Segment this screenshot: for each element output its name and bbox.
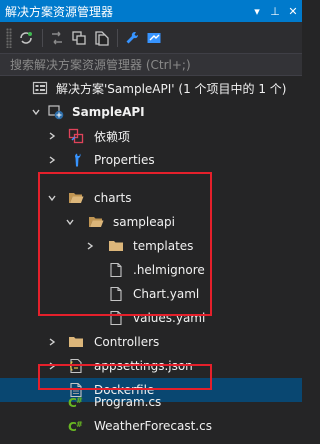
tree-item-label: charts — [94, 191, 132, 205]
folder-icon — [108, 238, 124, 254]
dependencies-icon — [68, 128, 84, 144]
search-box — [0, 54, 302, 76]
collapsed-chevron-icon[interactable] — [46, 360, 58, 372]
wrench-icon — [126, 31, 139, 43]
close-icon[interactable]: ✕ — [284, 1, 302, 21]
tree-item-label: Chart.yaml — [133, 287, 200, 301]
tree-item-label: .helmignore — [133, 263, 205, 277]
open-folder-icon — [68, 190, 84, 206]
folder-icon — [68, 334, 84, 350]
pending-changes-icon — [52, 31, 62, 44]
preview-button[interactable] — [144, 27, 164, 49]
open-folder-icon — [88, 214, 104, 230]
sync-icon — [20, 31, 32, 44]
sync-with-document-button[interactable] — [16, 27, 36, 49]
tree-item-controllers[interactable]: Controllers — [0, 330, 302, 354]
tree-item-label: 解决方案'SampleAPI' (1 个项目中的 1 个) — [56, 81, 287, 96]
solution-icon — [32, 80, 48, 96]
preview-icon — [147, 32, 161, 43]
tree-item-label: sampleapi — [113, 215, 175, 229]
file-icon — [108, 310, 124, 326]
tree-item-chart-yaml[interactable]: Chart.yaml — [0, 282, 302, 306]
search-input[interactable] — [10, 57, 270, 72]
tree-item-label: 依赖项 — [94, 129, 131, 144]
tree-item-charts[interactable]: charts — [0, 186, 302, 210]
file-icon — [108, 262, 124, 278]
csharp-project-icon — [48, 104, 64, 120]
tree-item-label: Properties — [94, 153, 155, 167]
collapsed-chevron-icon[interactable] — [46, 130, 58, 142]
tree-item-helmignore[interactable]: .helmignore — [0, 258, 302, 282]
show-all-files-button[interactable] — [91, 27, 111, 49]
toolbar-separator — [117, 28, 118, 47]
svg-text:#: # — [76, 396, 83, 405]
collapsed-chevron-icon[interactable] — [84, 240, 96, 252]
properties-button[interactable] — [122, 27, 142, 49]
svg-text:#: # — [76, 420, 83, 429]
collapse-all-icon — [72, 30, 86, 45]
tree-item-dependencies[interactable]: 依赖项 — [0, 124, 302, 148]
expanded-chevron-icon[interactable] — [64, 216, 76, 228]
collapsed-chevron-icon[interactable] — [46, 336, 58, 348]
tree-item-weatherforecast[interactable]: C # WeatherForecast.cs — [0, 414, 302, 438]
tree-item-program[interactable]: C # Program.cs — [0, 390, 302, 414]
expanded-chevron-icon[interactable] — [46, 192, 58, 204]
csharp-file-icon: C # — [68, 394, 84, 410]
dropdown-icon[interactable]: ▾ — [248, 1, 266, 21]
tree-item-label: WeatherForecast.cs — [94, 419, 212, 433]
tree-item-label: Controllers — [94, 335, 160, 349]
collapse-all-button[interactable] — [69, 27, 89, 49]
wrench-icon — [68, 152, 84, 168]
panel-title: 解决方案资源管理器 — [5, 4, 114, 19]
file-icon — [108, 286, 124, 302]
tree-item-sampleapi[interactable]: sampleapi — [0, 210, 302, 234]
tree-item-solution[interactable]: 解决方案'SampleAPI' (1 个项目中的 1 个) — [0, 76, 302, 100]
tree-item-properties[interactable]: Properties — [0, 148, 302, 172]
json-file-icon — [68, 358, 84, 374]
tree-item-appsettings[interactable]: appsettings.json — [0, 354, 302, 378]
tree-item-label: SampleAPI — [72, 105, 145, 119]
expanded-chevron-icon[interactable] — [30, 106, 42, 118]
tree-item-label: templates — [133, 239, 194, 253]
tree-item-label: Program.cs — [94, 395, 162, 409]
tree-item-templates[interactable]: templates — [0, 234, 302, 258]
toolbar-grip[interactable] — [6, 27, 12, 48]
toolbar — [0, 22, 302, 54]
panel-titlebar: 解决方案资源管理器 ▾ ⊥ ✕ — [0, 0, 302, 22]
tree-item-label: appsettings.json — [94, 359, 193, 373]
pending-changes-button[interactable] — [47, 27, 67, 49]
csharp-file-icon: C # — [68, 418, 84, 434]
show-all-files-icon — [95, 30, 109, 46]
collapsed-chevron-icon[interactable] — [46, 154, 58, 166]
pin-icon[interactable]: ⊥ — [266, 1, 284, 21]
toolbar-separator — [42, 28, 43, 47]
tree-item-label: values.yaml — [133, 311, 206, 325]
tree-item-project[interactable]: SampleAPI — [0, 100, 302, 124]
tree-item-values-yaml[interactable]: values.yaml — [0, 306, 302, 330]
